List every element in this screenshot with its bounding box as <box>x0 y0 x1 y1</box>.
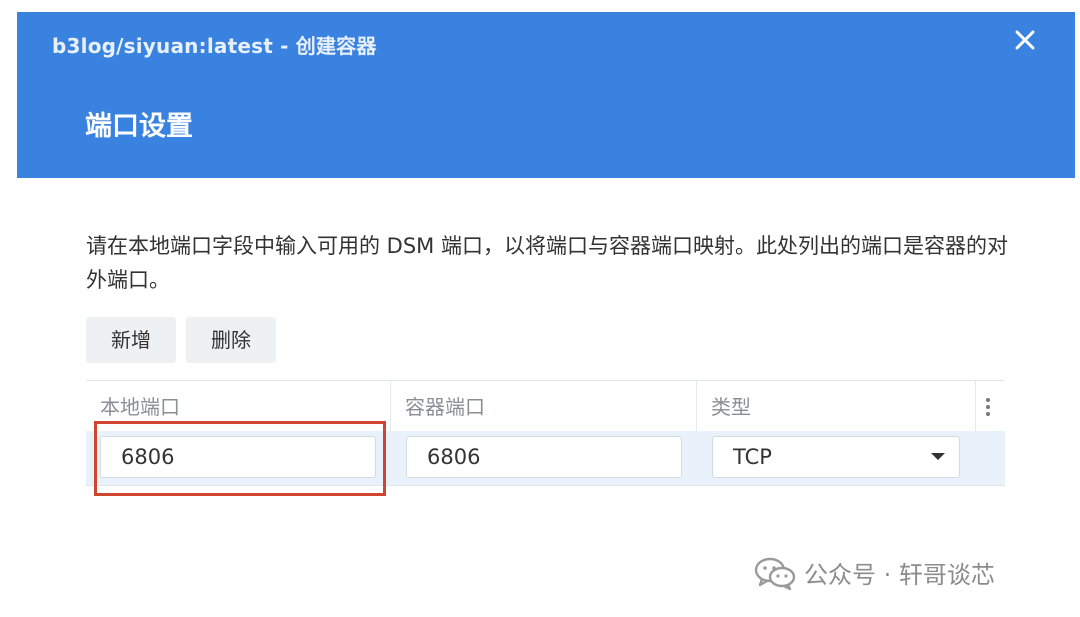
column-header-local-port[interactable]: 本地端口 <box>86 381 391 431</box>
type-select[interactable]: TCP <box>712 436 960 478</box>
chevron-down-icon <box>931 453 945 460</box>
close-icon <box>1015 30 1035 50</box>
watermark-text: 公众号 · 轩哥谈芯 <box>804 561 995 589</box>
table-header: 本地端口 容器端口 类型 <box>86 381 1005 431</box>
delete-button[interactable]: 删除 <box>186 317 276 363</box>
type-select-value: TCP <box>733 445 772 469</box>
dialog-header: b3log/siyuan:latest - 创建容器 端口设置 <box>17 12 1075 178</box>
table-row[interactable]: 6806 6806 TCP <box>86 431 1005 485</box>
container-port-input[interactable]: 6806 <box>406 436 682 478</box>
wechat-icon <box>754 557 796 590</box>
section-title: 端口设置 <box>85 111 193 142</box>
toolbar: 新增 删除 <box>86 317 276 363</box>
window-title: b3log/siyuan:latest - 创建容器 <box>52 34 377 58</box>
close-button[interactable] <box>1011 26 1039 54</box>
more-vertical-icon[interactable] <box>976 395 1000 419</box>
watermark: 公众号 · 轩哥谈芯 <box>754 555 995 590</box>
column-header-container-port[interactable]: 容器端口 <box>391 381 697 431</box>
port-mapping-table: 本地端口 容器端口 类型 6806 6806 TCP <box>86 380 1005 486</box>
description-text: 请在本地端口字段中输入可用的 DSM 端口，以将端口与容器端口映射。此处列出的端… <box>86 234 1008 292</box>
column-header-type[interactable]: 类型 <box>697 381 976 431</box>
add-button[interactable]: 新增 <box>86 317 176 363</box>
local-port-input[interactable]: 6806 <box>100 436 376 478</box>
